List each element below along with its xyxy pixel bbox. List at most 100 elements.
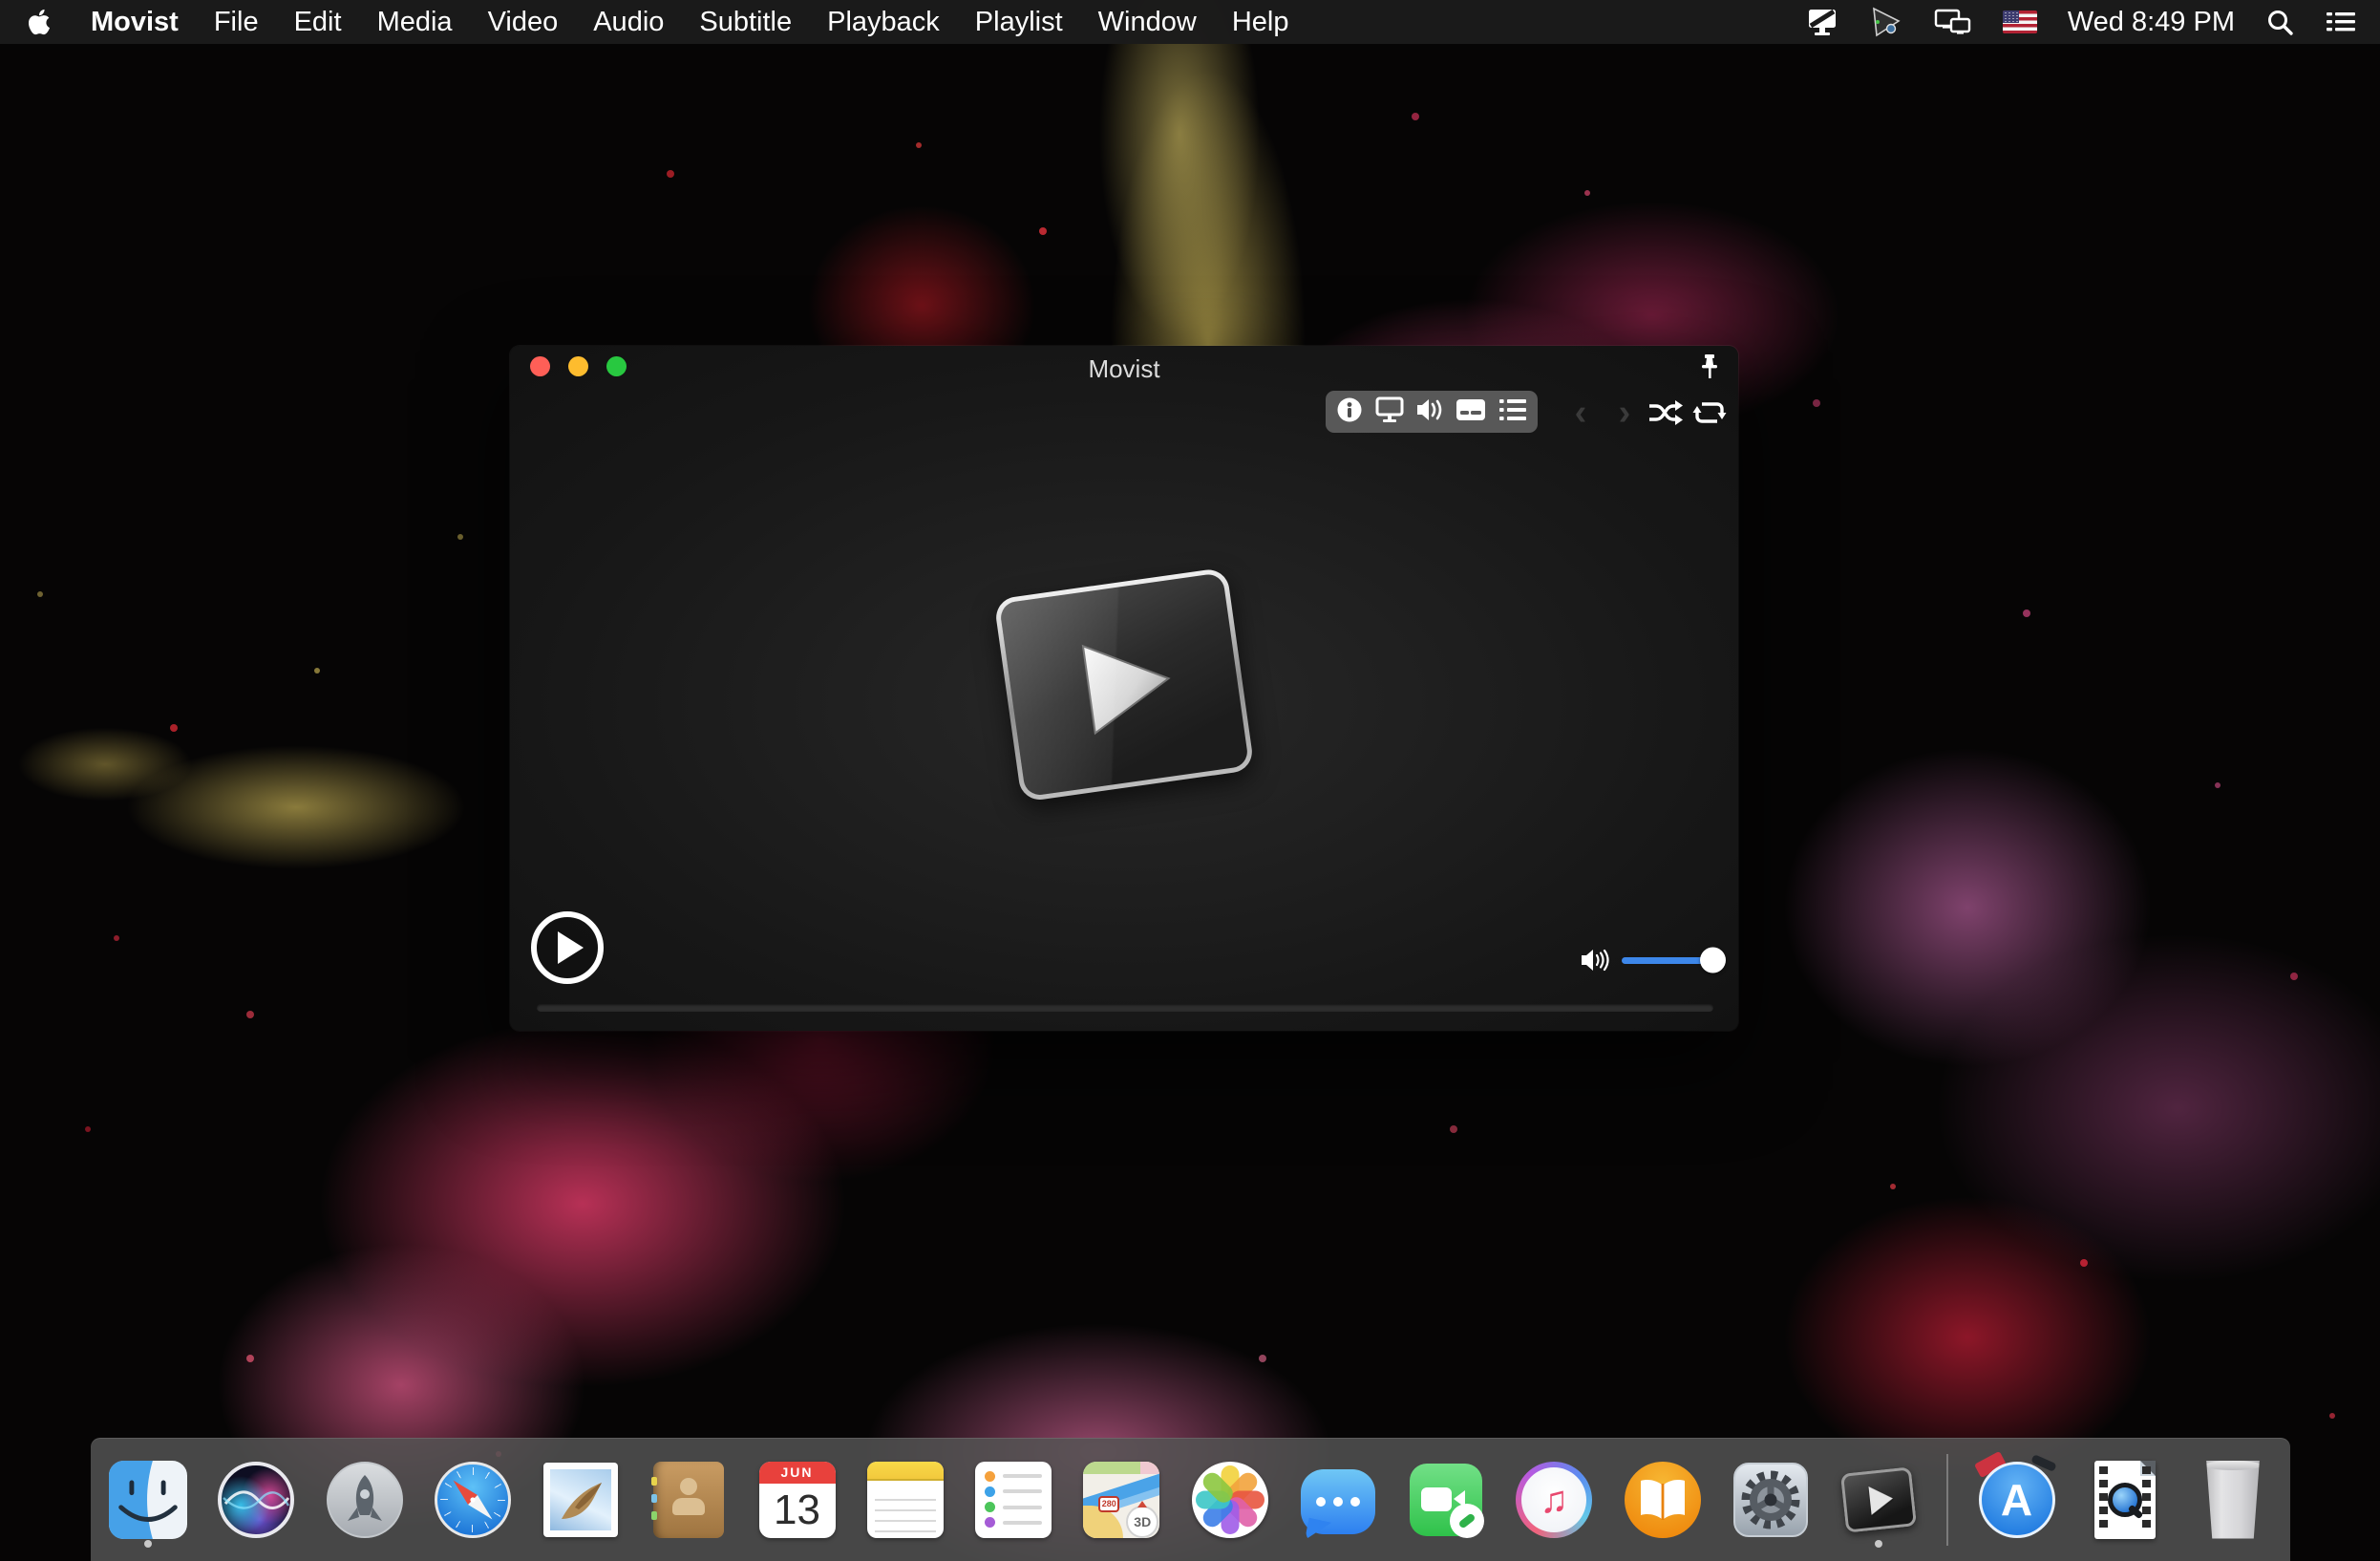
app-store-letter: A: [2000, 1474, 2033, 1525]
play-button[interactable]: [531, 911, 604, 984]
subtitle-icon: [1456, 398, 1486, 420]
calendar-month: JUN: [758, 1461, 836, 1484]
dock-facetime[interactable]: [1406, 1450, 1486, 1550]
dock-reminders[interactable]: [973, 1450, 1053, 1550]
playlist-button[interactable]: [1498, 396, 1528, 428]
dock-movist[interactable]: [1838, 1450, 1919, 1550]
display-status-icon[interactable]: [1806, 7, 1838, 37]
pin-icon: [1702, 354, 1717, 378]
calendar-day: 13: [774, 1486, 820, 1533]
photos-icon: [1191, 1461, 1268, 1538]
finder-icon: [109, 1460, 187, 1539]
movist-running-indicator: [1875, 1539, 1882, 1548]
dock-quicktime-file[interactable]: [2085, 1450, 2165, 1550]
two-displays-icon: [1934, 9, 1971, 34]
volume-control: [1580, 946, 1726, 974]
volume-knob[interactable]: [1700, 947, 1726, 973]
dock-itunes[interactable]: ♫: [1514, 1450, 1594, 1550]
playlist-icon: [1498, 398, 1526, 420]
music-note-glyph: ♫: [1540, 1478, 1569, 1521]
dock-maps[interactable]: 280 3D: [1081, 1450, 1161, 1550]
dock-mail[interactable]: [541, 1450, 621, 1550]
menu-window[interactable]: Window: [1098, 7, 1197, 38]
info-icon: [1337, 397, 1362, 421]
dock-photos[interactable]: [1190, 1450, 1270, 1550]
dock-separator: [1946, 1453, 1949, 1546]
notes-icon: [866, 1461, 944, 1538]
shuffle-icon: [1649, 400, 1683, 425]
app-store-icon: A: [1973, 1450, 2057, 1538]
desktop: Movist File Edit Media Video Audio Subti…: [0, 0, 2380, 1561]
safari-icon: [434, 1461, 511, 1538]
subtitle-settings-button[interactable]: [1455, 396, 1487, 429]
menu-app-movist[interactable]: Movist: [91, 7, 179, 38]
dock-app-store[interactable]: A: [1973, 1450, 2057, 1550]
shuffle-button[interactable]: [1647, 398, 1683, 427]
menu-file[interactable]: File: [214, 7, 259, 38]
menu-playlist[interactable]: Playlist: [975, 7, 1063, 38]
reminders-icon: [975, 1461, 1052, 1538]
seek-bar[interactable]: [537, 1004, 1713, 1012]
repeat-icon: [1692, 402, 1727, 423]
apple-menu[interactable]: [23, 8, 55, 36]
dock-siri[interactable]: [216, 1450, 296, 1550]
menu-media[interactable]: Media: [377, 7, 453, 38]
volume-slider[interactable]: [1622, 947, 1726, 973]
input-source-us-flag[interactable]: [2002, 11, 2037, 33]
volume-icon: [1416, 398, 1442, 420]
dock-finder[interactable]: [108, 1450, 188, 1550]
menu-edit[interactable]: Edit: [294, 7, 342, 38]
play-triangle-icon: [1081, 644, 1171, 735]
screen-mirroring-icon[interactable]: [1934, 7, 1972, 37]
facetime-icon: [1410, 1463, 1484, 1538]
play-beamer-icon: [1872, 7, 1901, 37]
play-icon: [558, 931, 584, 964]
display-banner-icon: [1808, 9, 1836, 35]
dock-safari[interactable]: [433, 1450, 513, 1550]
menu-playback[interactable]: Playback: [827, 7, 940, 38]
display-settings-button[interactable]: [1374, 396, 1405, 429]
dock: JUN 13 280 3D ♫ A: [91, 1438, 2290, 1561]
movist-dock-icon: [1839, 1465, 1918, 1533]
notification-center-icon[interactable]: [2325, 9, 2357, 35]
window-toolbar: [1326, 391, 1538, 433]
dock-contacts[interactable]: [648, 1450, 729, 1550]
menu-subtitle[interactable]: Subtitle: [699, 7, 792, 38]
menu-bar-clock[interactable]: Wed 8:49 PM: [2068, 7, 2235, 38]
dock-notes[interactable]: [865, 1450, 946, 1550]
next-button[interactable]: ›: [1610, 395, 1639, 431]
messages-icon: [1300, 1468, 1375, 1534]
spotlight-search-icon[interactable]: [2265, 8, 2294, 36]
contacts-icon: [651, 1461, 725, 1538]
dock-system-preferences[interactable]: [1731, 1450, 1811, 1550]
apple-logo-icon: [28, 9, 51, 35]
audio-settings-button[interactable]: [1414, 396, 1445, 429]
launchpad-icon: [326, 1461, 403, 1538]
finder-running-indicator: [144, 1539, 152, 1548]
list-lines-icon: [2327, 12, 2355, 32]
dock-ibooks[interactable]: [1623, 1450, 1703, 1550]
movist-logo: [993, 567, 1255, 802]
menu-video[interactable]: Video: [488, 7, 559, 38]
menu-audio[interactable]: Audio: [593, 7, 664, 38]
dock-messages[interactable]: [1298, 1450, 1378, 1550]
info-button[interactable]: [1335, 396, 1364, 429]
dock-trash[interactable]: [2193, 1450, 2273, 1550]
dock-calendar[interactable]: JUN 13: [757, 1450, 838, 1550]
dock-launchpad[interactable]: [325, 1450, 405, 1550]
menu-help[interactable]: Help: [1232, 7, 1289, 38]
pin-button[interactable]: [1697, 353, 1722, 386]
display-icon: [1375, 396, 1404, 422]
search-icon: [2268, 11, 2293, 35]
siri-icon: [218, 1461, 295, 1538]
maps-3d-badge: 3D: [1126, 1505, 1159, 1538]
media-player-status-icon[interactable]: [1869, 6, 1903, 38]
movist-window: Movist ‹ ›: [510, 346, 1738, 1031]
window-title: Movist: [1088, 354, 1160, 383]
ibooks-icon: [1624, 1461, 1701, 1538]
quicktime-file-icon: [2093, 1460, 2156, 1539]
speaker-icon: [1582, 949, 1609, 972]
repeat-button[interactable]: [1692, 398, 1727, 427]
previous-button[interactable]: ‹: [1566, 395, 1595, 431]
itunes-icon: ♫: [1516, 1461, 1593, 1538]
